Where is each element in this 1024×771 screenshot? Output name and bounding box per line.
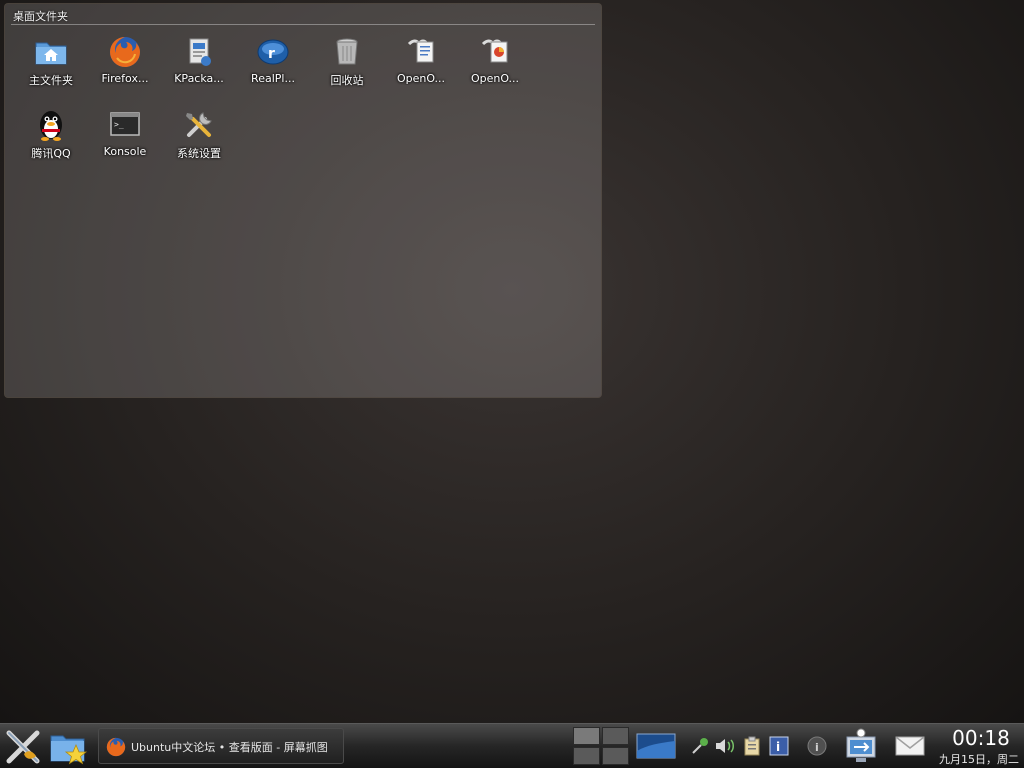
clock-time[interactable]: 00:18 [946,726,1016,750]
task-button-label: Ubuntu中文论坛 • 查看版面 - 屏幕抓图 [131,741,328,754]
tray-notifications[interactable]: i [806,735,828,757]
svg-text:i: i [815,741,819,754]
firefox-icon [106,737,126,757]
desktop-item-label: Konsole [103,145,147,158]
pager-desktop-1[interactable] [573,727,600,745]
openoffice-writer-icon [407,39,434,63]
terminal-icon: >_ [110,112,140,136]
notification-icon: i [807,736,827,756]
desktop-item-label: OpenO... [470,72,520,85]
desktop-item-system-settings[interactable]: 系统设置 [163,107,235,171]
desktop-item-trash[interactable]: 回收站 [311,34,383,98]
desktop-item-label: 系统设置 [177,147,221,160]
desktop-item-kpackage[interactable]: KPacka... [163,34,235,98]
firefox-icon [110,37,140,67]
tray-mail[interactable] [894,734,926,758]
task-button-firefox[interactable]: Ubuntu中文论坛 • 查看版面 - 屏幕抓图 [98,728,344,764]
realplayer-icon: r [257,39,289,65]
folder-view-divider [11,24,595,25]
volume-icon [716,739,734,753]
virtual-desktop-pager[interactable] [572,726,630,766]
network-icon [692,738,708,754]
desktop-preview-icon [636,733,676,759]
trash-icon [336,38,358,65]
kde-kickoff-icon [6,730,40,764]
pager-desktop-2[interactable] [602,727,629,745]
desktop-item-label: OpenO... [396,72,446,85]
tray-info[interactable]: i [768,735,790,757]
desktop-item-label: KPacka... [174,72,224,85]
folder-star-icon [50,735,88,765]
tray-network-manager[interactable] [842,727,880,767]
application-launcher-button[interactable] [4,728,42,766]
pager-desktop-3[interactable] [573,747,600,765]
desktop-item-label: RealPl... [251,72,295,85]
mail-icon [895,736,925,756]
tray-volume[interactable] [714,736,736,756]
taskbar-panel: Ubuntu中文论坛 • 查看版面 - 屏幕抓图 i i [0,723,1024,768]
home-folder-icon [35,42,67,65]
desktop-item-openoffice-writer[interactable]: OpenO... [385,34,457,98]
desktop-item-label: Firefox... [101,72,149,85]
desktop-item-openoffice-impress[interactable]: OpenO... [459,34,531,98]
file-manager-launcher[interactable] [48,727,88,767]
openoffice-impress-icon [481,39,508,63]
desktop-item-firefox[interactable]: Firefox... [89,34,161,98]
svg-text:>_: >_ [114,120,124,129]
kpackage-icon [189,38,211,66]
desktop-item-konsole[interactable]: >_ Konsole [89,107,161,171]
svg-text:r: r [268,46,275,62]
desktop-item-home[interactable]: 主文件夹 [15,34,87,98]
svg-text:i: i [776,740,780,754]
clock-date[interactable]: 九月15日，周二 [934,751,1024,767]
pager-desktop-4[interactable] [602,747,629,765]
desktop-item-label: 回收站 [330,74,364,87]
system-settings-icon [186,112,212,137]
desktop-item-label: 主文件夹 [29,74,73,87]
folder-view-widget: 桌面文件夹 主文件夹 Firefox... KPacka... r RealPl… [4,3,602,398]
desktop-item-realplayer[interactable]: r RealPl... [237,34,309,98]
network-manager-icon [846,728,876,762]
folder-view-title: 桌面文件夹 [13,10,68,23]
tray-clipboard[interactable] [741,735,763,757]
show-desktop-button[interactable] [636,731,676,761]
tray-network[interactable] [690,736,710,756]
desktop-item-qq[interactable]: 腾讯QQ [15,107,87,171]
desktop-item-label: 腾讯QQ [31,147,71,160]
clipboard-icon [744,736,760,756]
info-icon: i [769,736,789,756]
qq-penguin-icon [40,111,62,141]
